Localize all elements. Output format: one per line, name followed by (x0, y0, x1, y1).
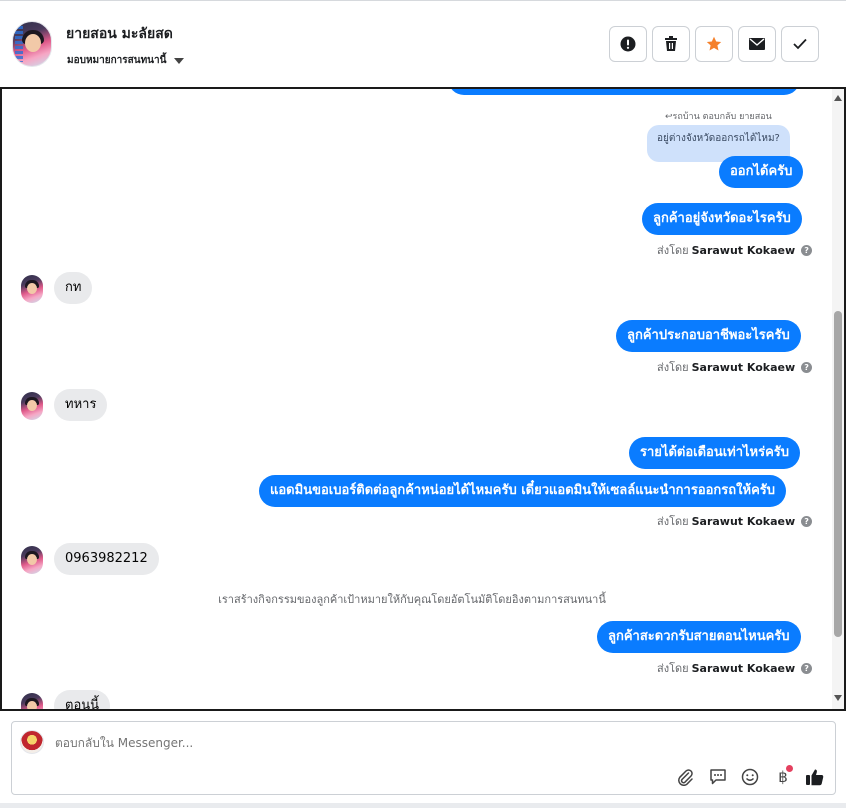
sent-by-name: Sarawut Kokaew (691, 514, 796, 528)
like-icon[interactable] (804, 766, 826, 788)
notification-dot (786, 765, 793, 772)
message-bubble[interactable]: ลูกค้าอยู่จังหวัดอะไรครับ (642, 203, 802, 235)
caret-down-icon (174, 57, 185, 64)
assign-conversation-dropdown[interactable]: มอบหมายการสนทนานี้ (67, 53, 185, 68)
message-bubble[interactable]: ทหาร (54, 389, 108, 421)
message-bubble[interactable]: แอดมินขอเบอร์ติดต่อลูกค้าหน่อยได้ไหมครับ… (259, 475, 787, 507)
reply-indicator: ↩รถบ้าน ตอบกลับ ยายสอน (665, 112, 772, 122)
chat-bubble-icon[interactable] (707, 766, 729, 788)
contact-avatar[interactable] (12, 21, 52, 67)
emoji-icon[interactable] (739, 766, 761, 788)
system-note: เราสร้างกิจกรรมของลูกค้าเป้าหมายให้กับคุ… (218, 593, 606, 606)
help-icon[interactable]: ? (801, 662, 813, 674)
sent-by-name: Sarawut Kokaew (691, 360, 796, 374)
message-bubble[interactable]: ลูกค้าประกอบอาชีพอะไรครับ (616, 320, 801, 352)
conversation-header: ยายสอน มะลัยสด มอบหมายการสนทนานี้ (0, 1, 846, 87)
paperclip-icon[interactable] (674, 766, 696, 788)
trash-icon (664, 36, 678, 52)
conversation-page: ยายสอน มะลัยสด มอบหมายการสนทนานี้ ↩รถบ้า… (0, 0, 846, 808)
contact-avatar-small[interactable] (21, 392, 43, 420)
scroll-up-arrow-icon[interactable] (834, 95, 842, 101)
message-bubble[interactable]: ออกได้ครับ (719, 156, 804, 188)
message-bubble[interactable]: รายได้ต่อเดือนเท่าไหร่ครับ (629, 437, 801, 469)
help-icon[interactable]: ? (801, 244, 813, 256)
sent-by-prefix: ส่งโดย (657, 515, 689, 528)
reply-input[interactable] (55, 736, 655, 750)
sent-by-prefix: ส่งโดย (657, 662, 689, 675)
alert-icon (620, 36, 636, 52)
contact-avatar-small[interactable] (21, 275, 43, 303)
scroll-down-arrow-icon[interactable] (834, 695, 842, 701)
envelope-icon (749, 38, 765, 50)
sent-by-name: Sarawut Kokaew (691, 243, 796, 257)
reply-composer: ฿ (11, 721, 836, 795)
baht-icon[interactable]: ฿ (772, 765, 794, 788)
assign-label: มอบหมายการสนทนานี้ (67, 55, 167, 66)
checkmark-icon (793, 38, 807, 50)
sent-by-label: ส่งโดย Sarawut Kokaew ? (657, 659, 813, 677)
star-icon (706, 36, 722, 52)
message-thread[interactable]: ↩รถบ้าน ตอบกลับ ยายสอน อยู่ต่างจังหวัดออ… (0, 87, 846, 711)
scrollbar[interactable] (832, 89, 844, 709)
sent-by-prefix: ส่งโดย (657, 244, 689, 257)
bottom-strip (0, 803, 846, 808)
sent-by-label: ส่งโดย Sarawut Kokaew ? (657, 358, 813, 376)
email-button[interactable] (738, 26, 776, 62)
message-bubble[interactable]: กท (54, 272, 93, 304)
report-button[interactable] (609, 26, 647, 62)
message-bubble-clipped[interactable] (448, 89, 800, 95)
contact-avatar-small[interactable] (21, 546, 43, 574)
message-bubble[interactable]: ตอนนี้ (54, 690, 111, 709)
scrollbar-thumb[interactable] (834, 311, 842, 637)
sent-by-label: ส่งโดย Sarawut Kokaew ? (657, 512, 813, 530)
contact-name[interactable]: ยายสอน มะลัยสด (66, 23, 173, 45)
help-icon[interactable]: ? (801, 361, 813, 373)
page-avatar (20, 730, 44, 754)
contact-avatar-small[interactable] (21, 693, 43, 709)
delete-button[interactable] (652, 26, 690, 62)
sent-by-prefix: ส่งโดย (657, 361, 689, 374)
help-icon[interactable]: ? (801, 515, 813, 527)
sent-by-label: ส่งโดย Sarawut Kokaew ? (657, 241, 813, 259)
message-bubble[interactable]: 0963982212 (54, 543, 159, 575)
message-bubble[interactable]: ลูกค้าสะดวกรับสายตอนไหนครับ (597, 621, 801, 653)
mark-done-button[interactable] (781, 26, 819, 62)
star-button[interactable] (695, 26, 733, 62)
sent-by-name: Sarawut Kokaew (691, 661, 796, 675)
